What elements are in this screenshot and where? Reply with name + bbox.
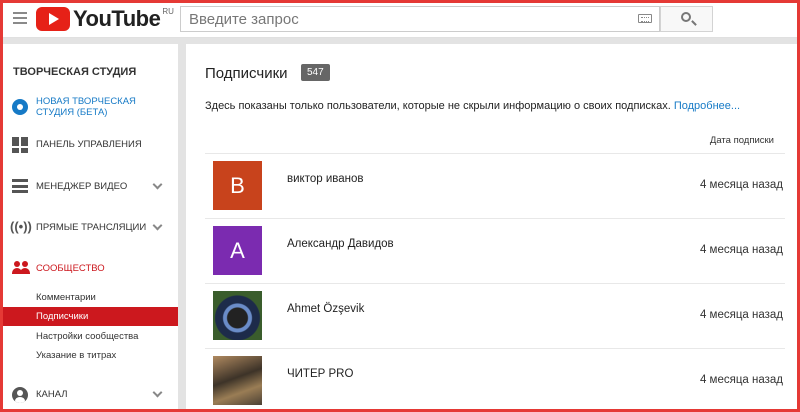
- keyboard-icon[interactable]: [638, 14, 652, 23]
- sidebar-item-label: ПАНЕЛЬ УПРАВЛЕНИЯ: [36, 139, 142, 150]
- subscriber-name[interactable]: виктор иванов: [287, 173, 363, 185]
- subscriber-name[interactable]: Ahmet Özşevik: [287, 303, 364, 315]
- sidebar-subitem-subscribers[interactable]: Подписчики: [0, 307, 178, 326]
- subscriber-row: ЧИТЕР PRO 4 месяца назад: [205, 348, 785, 412]
- sidebar-item-label: НОВАЯ ТВОРЧЕСКАЯ СТУДИЯ (БЕТА): [36, 96, 136, 118]
- info-message: Здесь показаны только пользователи, кото…: [205, 100, 671, 112]
- sidebar-subitem-label: Указание в титрах: [36, 350, 117, 361]
- avatar[interactable]: A: [213, 226, 262, 275]
- sidebar-item-video-manager[interactable]: МЕНЕДЖЕР ВИДЕО: [0, 172, 178, 200]
- avatar[interactable]: [213, 356, 262, 405]
- subscription-date: 4 месяца назад: [699, 179, 783, 191]
- sidebar-item-new-studio-beta[interactable]: НОВАЯ ТВОРЧЕСКАЯ СТУДИЯ (БЕТА): [0, 92, 178, 120]
- sidebar-item-label: ПРЯМЫЕ ТРАНСЛЯЦИИ: [36, 222, 147, 233]
- sidebar-subitem-label: Подписчики: [36, 311, 89, 322]
- search-button[interactable]: [660, 6, 713, 32]
- avatar[interactable]: B: [213, 161, 262, 210]
- subscriber-row: A Александр Давидов 4 месяца назад: [205, 218, 785, 284]
- date-column-header: Дата подписки: [709, 135, 774, 146]
- main-content: Подписчики 547 Здесь показаны только пол…: [186, 44, 800, 412]
- logo-text: YouTube: [73, 6, 161, 31]
- chevron-down-icon: [152, 220, 163, 231]
- menu-icon[interactable]: [13, 12, 27, 24]
- subscriber-name[interactable]: ЧИТЕР PRO: [287, 368, 353, 380]
- search-icon: [681, 12, 691, 22]
- learn-more-link[interactable]: Подробнее...: [674, 100, 740, 112]
- page-title: Подписчики: [205, 65, 288, 82]
- gear-icon: [12, 99, 28, 115]
- subscriber-name[interactable]: Александр Давидов: [287, 238, 394, 250]
- sidebar-item-label: МЕНЕДЖЕР ВИДЕО: [36, 181, 128, 192]
- sidebar-item-label: КАНАЛ: [36, 389, 68, 400]
- dashboard-icon: [12, 137, 28, 153]
- sidebar-item-dashboard[interactable]: ПАНЕЛЬ УПРАВЛЕНИЯ: [0, 130, 178, 158]
- search-input[interactable]: Введите запрос: [180, 6, 660, 32]
- sidebar-subitem-credits[interactable]: Указание в титрах: [0, 346, 178, 365]
- info-text: Здесь показаны только пользователи, кото…: [205, 100, 740, 112]
- sidebar-subitem-label: Настройки сообщества: [36, 331, 139, 342]
- live-icon: ((•)): [10, 219, 32, 234]
- chevron-down-icon: [152, 387, 163, 398]
- video-manager-icon: [12, 179, 28, 195]
- community-icon: [12, 261, 30, 277]
- youtube-logo[interactable]: YouTube RU: [36, 6, 174, 32]
- top-bar: YouTube RU Введите запрос: [0, 0, 800, 38]
- logo-region: RU: [162, 6, 174, 16]
- chevron-down-icon: [152, 179, 163, 190]
- channel-icon: [12, 387, 28, 403]
- subscriber-row: Ahmet Özşevik 4 месяца назад: [205, 283, 785, 349]
- sidebar-item-community[interactable]: СООБЩЕСТВО: [0, 254, 178, 282]
- sidebar-subitem-label: Комментарии: [36, 292, 96, 303]
- sidebar: ТВОРЧЕСКАЯ СТУДИЯ НОВАЯ ТВОРЧЕСКАЯ СТУДИ…: [0, 44, 178, 412]
- avatar[interactable]: [213, 291, 262, 340]
- play-logo-icon: [36, 7, 70, 31]
- subscription-date: 4 месяца назад: [699, 309, 783, 321]
- sidebar-subitem-comments[interactable]: Комментарии: [0, 288, 178, 307]
- sidebar-item-label: СООБЩЕСТВО: [36, 263, 105, 274]
- sidebar-item-live[interactable]: ((•)) ПРЯМЫЕ ТРАНСЛЯЦИИ: [0, 213, 178, 241]
- subscription-date: 4 месяца назад: [699, 244, 783, 256]
- subscriber-row: B виктор иванов 4 месяца назад: [205, 153, 785, 219]
- subscription-date: 4 месяца назад: [699, 374, 783, 386]
- sidebar-subitem-community-settings[interactable]: Настройки сообщества: [0, 327, 178, 346]
- sidebar-title: ТВОРЧЕСКАЯ СТУДИЯ: [13, 66, 137, 78]
- sidebar-item-channel[interactable]: КАНАЛ: [0, 380, 178, 408]
- subscriber-count-badge: 547: [301, 64, 330, 81]
